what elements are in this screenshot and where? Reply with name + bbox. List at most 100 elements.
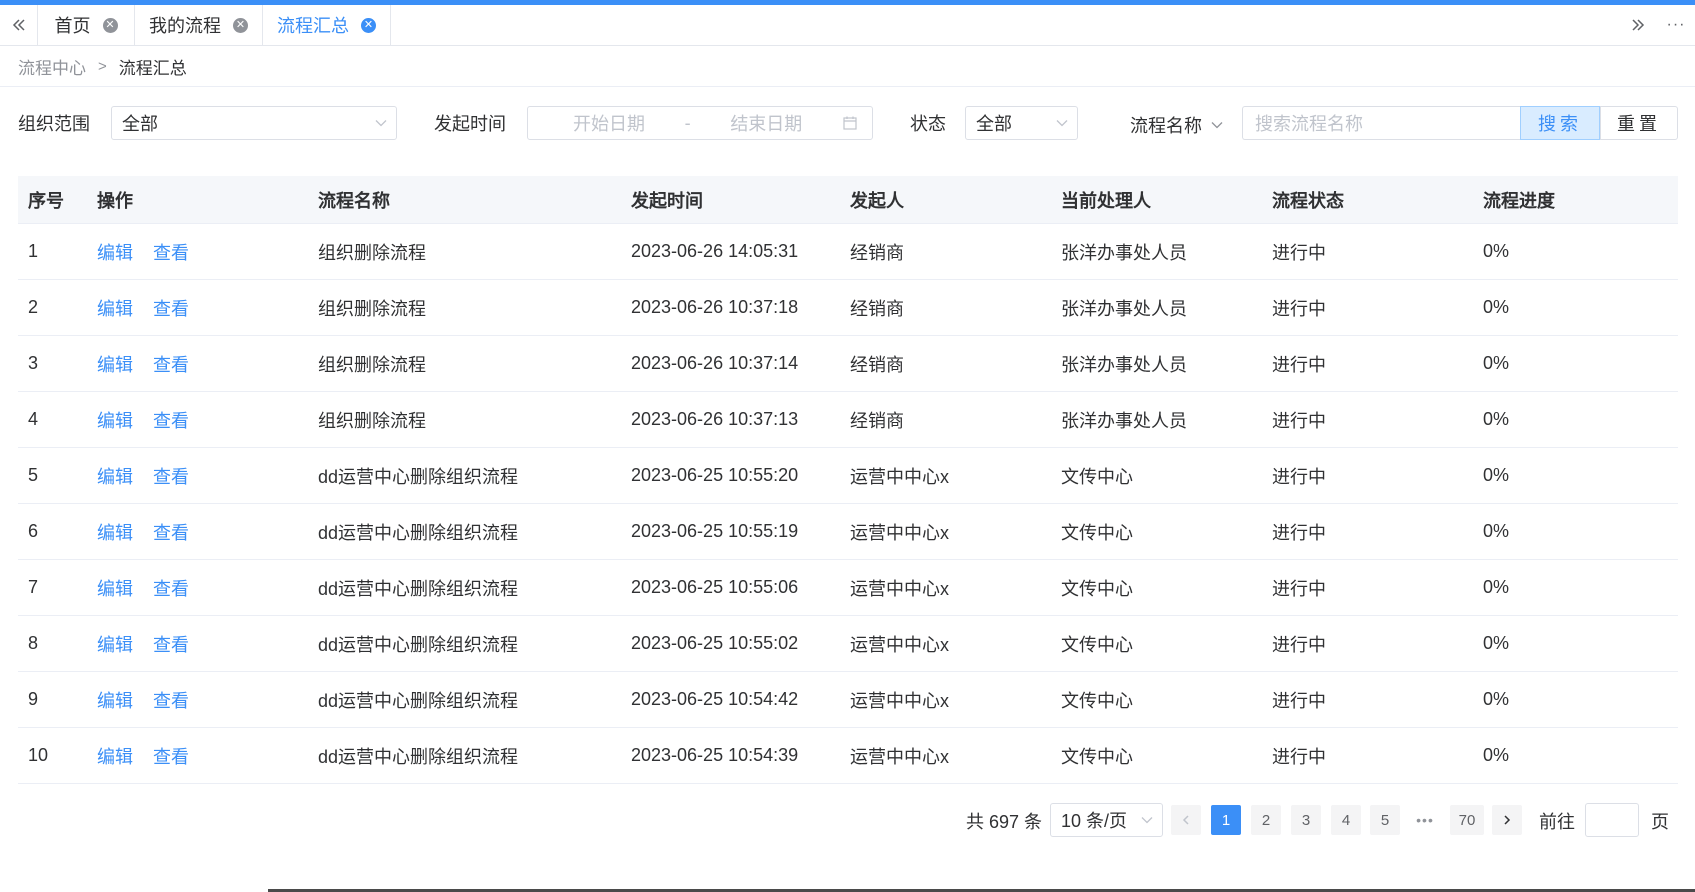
- more-pages-icon[interactable]: •••: [1410, 805, 1440, 835]
- date-range-picker[interactable]: 开始日期 - 结束日期: [527, 106, 873, 140]
- view-link[interactable]: 查看: [153, 299, 189, 319]
- page-size-value: 10 条/页: [1061, 811, 1128, 831]
- process-progress-cell: 0%: [1483, 241, 1510, 261]
- actions-cell: 编辑 查看: [87, 463, 308, 489]
- process-status-cell: 进行中: [1272, 578, 1326, 599]
- process-status-cell: 进行中: [1272, 466, 1326, 487]
- view-link[interactable]: 查看: [153, 243, 189, 263]
- page-button-2[interactable]: 2: [1251, 805, 1281, 835]
- status-select[interactable]: 全部: [965, 106, 1078, 140]
- table-row: 1 编辑 查看 组织删除流程 2023-06-26 14:05:31 经销商 张洋办事处人员…: [18, 224, 1678, 280]
- initiator-cell: 运营中中心x: [850, 634, 949, 655]
- page-button-5[interactable]: 5: [1370, 805, 1400, 835]
- actions-cell: 编辑 查看: [87, 295, 308, 321]
- table-row: 10 编辑 查看 dd运营中心删除组织流程 2023-06-25 10:54:39 运营中…: [18, 728, 1678, 784]
- tabs-scroll-right-button[interactable]: [1619, 5, 1657, 45]
- page-button-last[interactable]: 70: [1450, 805, 1484, 835]
- page-size-select[interactable]: 10 条/页: [1050, 803, 1163, 837]
- current-handler-cell: 文传中心: [1061, 466, 1133, 487]
- process-name-cell: dd运营中心删除组织流程: [318, 690, 519, 711]
- actions-cell: 编辑 查看: [87, 407, 308, 433]
- tab-home[interactable]: 首页 ✕: [38, 5, 135, 45]
- edit-link[interactable]: 编辑: [97, 579, 133, 599]
- process-status-cell: 进行中: [1272, 746, 1326, 767]
- edit-link[interactable]: 编辑: [97, 691, 133, 711]
- breadcrumb-current: 流程汇总: [118, 58, 187, 78]
- view-link[interactable]: 查看: [153, 747, 189, 767]
- close-icon[interactable]: ✕: [233, 17, 248, 33]
- calendar-icon: [842, 115, 858, 131]
- breadcrumb-item[interactable]: 流程中心: [18, 54, 86, 79]
- edit-link[interactable]: 编辑: [97, 467, 133, 487]
- table-row: 7 编辑 查看 dd运营中心删除组织流程 2023-06-25 10:55:06 运营中中…: [18, 560, 1678, 616]
- initiator-cell: 运营中中心x: [850, 578, 949, 599]
- edit-link[interactable]: 编辑: [97, 299, 133, 319]
- reset-button[interactable]: 重置: [1600, 106, 1678, 140]
- current-handler-cell: 文传中心: [1061, 690, 1133, 711]
- column-header: 流程进度: [1483, 190, 1555, 211]
- view-link[interactable]: 查看: [153, 411, 189, 431]
- view-link[interactable]: 查看: [153, 579, 189, 599]
- goto-page-input[interactable]: [1585, 803, 1639, 837]
- start-time-cell: 2023-06-26 10:37:13: [631, 409, 799, 429]
- table-row: 5 编辑 查看 dd运营中心删除组织流程 2023-06-25 10:55:20 运营中中…: [18, 448, 1678, 504]
- process-progress-cell: 0%: [1483, 297, 1510, 317]
- current-handler-cell: 张洋办事处人员: [1061, 410, 1187, 431]
- tab-my-process[interactable]: 我的流程 ✕: [135, 5, 263, 45]
- view-link[interactable]: 查看: [153, 523, 189, 543]
- page-button-3[interactable]: 3: [1291, 805, 1321, 835]
- process-name-search-input[interactable]: 搜索流程名称: [1242, 106, 1521, 140]
- org-scope-select[interactable]: 全部: [111, 106, 397, 140]
- status-value: 全部: [976, 114, 1012, 134]
- initiator-cell: 经销商: [850, 354, 904, 375]
- tab-process-summary[interactable]: 流程汇总 ✕: [263, 5, 391, 45]
- status-label: 状态: [910, 114, 946, 134]
- edit-link[interactable]: 编辑: [97, 747, 133, 767]
- process-status-cell: 进行中: [1272, 242, 1326, 263]
- edit-link[interactable]: 编辑: [97, 635, 133, 655]
- start-time-cell: 2023-06-26 10:37:18: [631, 297, 799, 317]
- next-page-button[interactable]: [1492, 805, 1522, 835]
- pagination: 共 697 条 10 条/页 1 2 3 4 5 ••• 70 前往 页: [0, 803, 1695, 837]
- row-number-cell: 3: [28, 353, 39, 373]
- current-handler-cell: 张洋办事处人员: [1061, 354, 1187, 375]
- current-handler-cell: 文传中心: [1061, 578, 1133, 599]
- row-number-cell: 7: [28, 577, 39, 597]
- close-icon[interactable]: ✕: [102, 17, 118, 33]
- view-link[interactable]: 查看: [153, 467, 189, 487]
- search-field-select[interactable]: 流程名称: [1130, 112, 1224, 138]
- process-name-cell: dd运营中心删除组织流程: [318, 746, 519, 767]
- search-placeholder: 搜索流程名称: [1255, 114, 1363, 134]
- actions-cell: 编辑 查看: [87, 631, 308, 657]
- process-progress-cell: 0%: [1483, 745, 1510, 765]
- tab-label: 首页: [54, 16, 91, 36]
- process-name-cell: 组织删除流程: [318, 242, 426, 263]
- more-icon[interactable]: ···: [1657, 5, 1695, 45]
- start-time-cell: 2023-06-25 10:55:20: [631, 465, 799, 485]
- page-suffix: 页: [1651, 812, 1669, 832]
- close-icon[interactable]: ✕: [361, 17, 376, 33]
- edit-link[interactable]: 编辑: [97, 411, 133, 431]
- process-name-cell: 组织删除流程: [318, 298, 426, 319]
- prev-page-button[interactable]: [1171, 805, 1201, 835]
- tabs-scroll-left-button[interactable]: [0, 5, 38, 45]
- start-time-cell: 2023-06-26 14:05:31: [631, 241, 799, 261]
- page-button-1[interactable]: 1: [1211, 805, 1241, 835]
- end-date-input[interactable]: 结束日期: [730, 110, 802, 136]
- column-header: 序号: [28, 190, 64, 211]
- view-link[interactable]: 查看: [153, 635, 189, 655]
- row-number-cell: 9: [28, 689, 39, 709]
- view-link[interactable]: 查看: [153, 355, 189, 375]
- edit-link[interactable]: 编辑: [97, 523, 133, 543]
- start-date-input[interactable]: 开始日期: [573, 110, 645, 136]
- process-status-cell: 进行中: [1272, 522, 1326, 543]
- view-link[interactable]: 查看: [153, 691, 189, 711]
- page-button-4[interactable]: 4: [1331, 805, 1361, 835]
- row-number-cell: 5: [28, 465, 39, 485]
- edit-link[interactable]: 编辑: [97, 355, 133, 375]
- start-time-cell: 2023-06-25 10:54:39: [631, 745, 799, 765]
- initiator-cell: 经销商: [850, 242, 904, 263]
- search-button[interactable]: 搜索: [1520, 106, 1600, 140]
- chevron-down-icon: [1140, 813, 1154, 827]
- edit-link[interactable]: 编辑: [97, 243, 133, 263]
